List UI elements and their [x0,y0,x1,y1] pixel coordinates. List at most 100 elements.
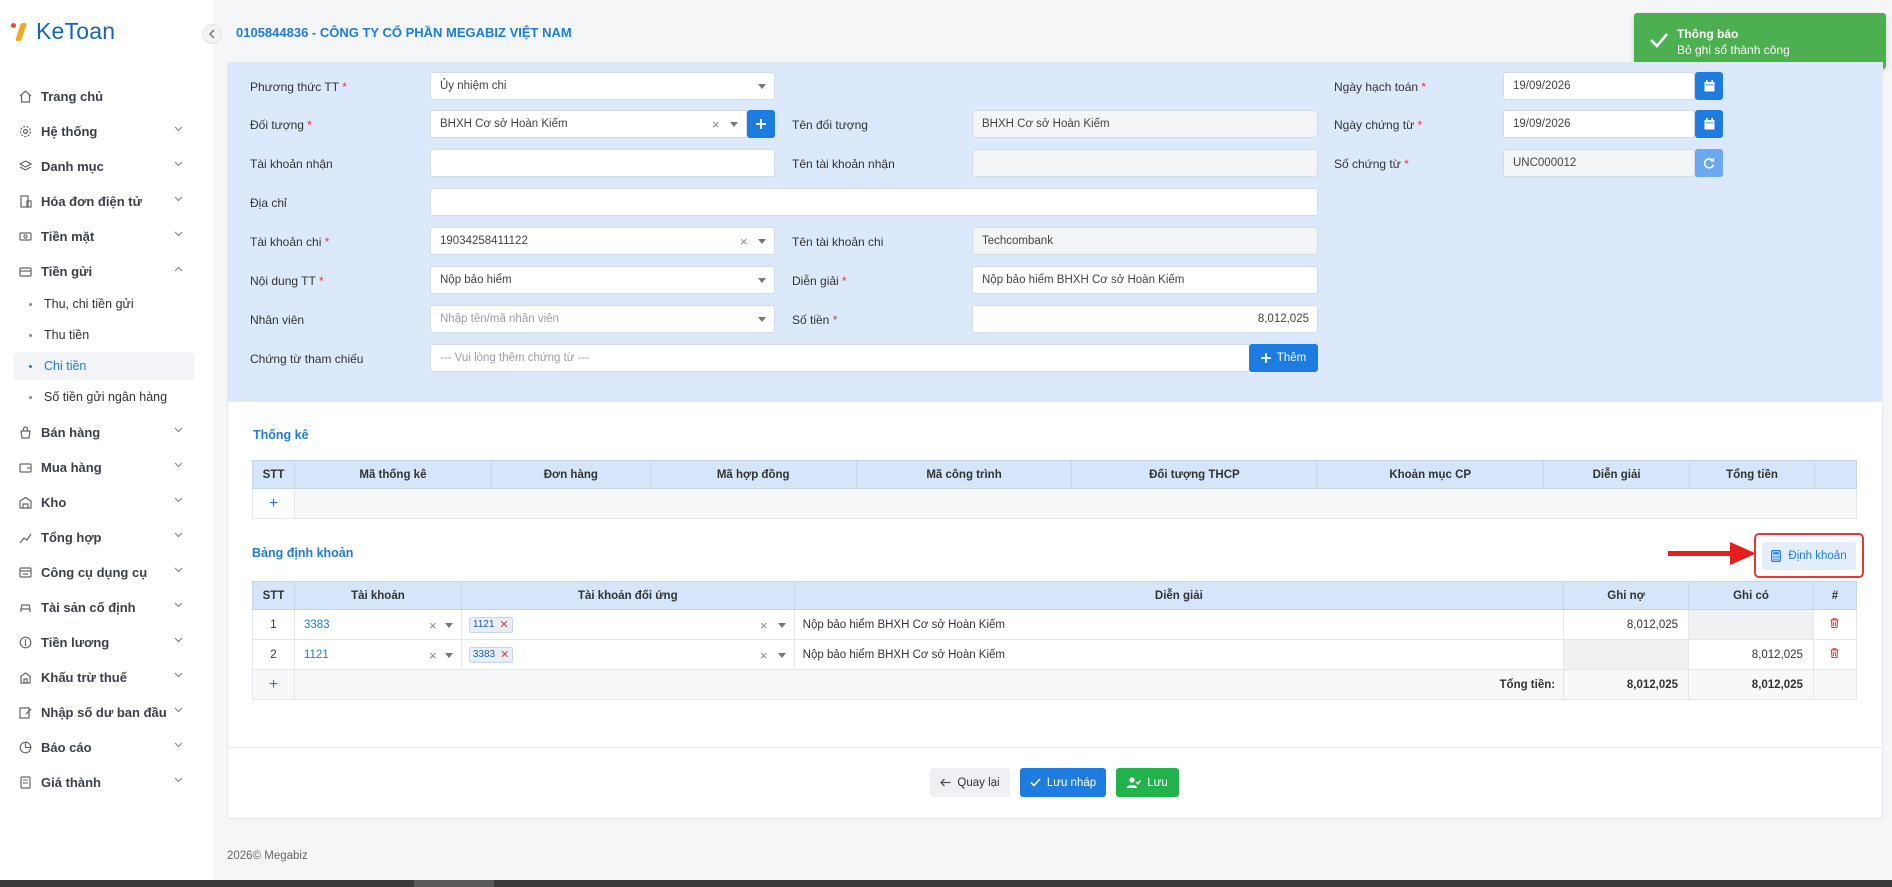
add-doi-tuong-button[interactable] [747,110,775,138]
add-chung-tu-button[interactable]: Thêm [1249,344,1318,372]
check-icon [1650,33,1668,48]
nhan-vien-select[interactable]: Nhập tên/mã nhân viên [430,305,775,333]
sidebar-item-2[interactable]: Danh mục [0,151,213,181]
sidebar-item-6[interactable]: Bán hàng [0,417,213,447]
sidebar-item-5[interactable]: Tiền gửi [0,256,213,286]
sidebar-item-12[interactable]: Tiền lương [0,627,213,657]
tai-khoan-select[interactable]: 1121 × [293,639,462,670]
clear-icon[interactable]: × [429,618,437,633]
dropdown-arrow-icon [758,317,766,322]
col-don-hang: Đơn hàng [490,460,651,489]
ngay-chung-tu-calendar-button[interactable] [1695,110,1723,138]
sidebar-item-label: Hóa đơn điện tử [41,193,142,209]
bullet-icon [29,302,32,306]
tai-khoan-select[interactable]: 3383 × [293,609,462,640]
sidebar-subitem-1[interactable]: Thu tiền [14,321,194,349]
clear-icon[interactable]: × [712,117,720,132]
toast-message: Bỏ ghi sổ thành công [1677,43,1790,57]
sidebar-item-7[interactable]: Mua hàng [0,452,213,482]
sidebar-item-11[interactable]: Tài sản cố định [0,592,213,622]
ngay-chung-tu-input[interactable]: 19/09/2026 [1503,110,1695,138]
tk-chi-select[interactable]: 19034258411122 × [430,227,775,255]
clear-icon[interactable]: × [760,618,768,633]
dien-giai-input[interactable]: Nộp bảo hiểm BHXH Cơ sở Hoàn Kiếm [972,266,1318,294]
chung-tu-input[interactable]: --- Vui lòng thêm chứng từ --- [430,344,1250,372]
dia-chi-input[interactable] [430,188,1318,216]
add-thong-ke-button[interactable]: + [252,488,295,519]
gear-icon [18,124,32,138]
sidebar-item-1[interactable]: Hệ thống [0,116,213,146]
toast-title: Thông báo [1677,27,1739,41]
clear-icon[interactable]: × [740,234,748,249]
dropdown-arrow-icon [758,278,766,283]
label-tk-chi: Tài khoản chi * [250,235,330,249]
sidebar-collapse-button[interactable] [202,24,222,44]
remove-tag-icon[interactable]: ✕ [500,648,509,661]
sidebar-item-8[interactable]: Kho [0,487,213,517]
ngay-hach-toan-input[interactable]: 19/09/2026 [1503,72,1695,100]
sidebar-item-16[interactable]: Giá thành [0,767,213,797]
company-title: 0105844836 - CÔNG TY CỔ PHẦN MEGABIZ VIỆ… [236,25,572,40]
trash-icon [1830,618,1839,629]
check-icon [1030,778,1041,787]
ghi-co-cell[interactable]: 8,012,025 [1688,639,1814,670]
dien-giai-cell[interactable]: Nộp bảo hiểm BHXH Cơ sở Hoàn Kiếm [793,609,1565,640]
total-ghi-no: 8,012,025 [1563,669,1690,700]
chevron-down-icon [172,774,184,786]
sidebar-item-label: Báo cáo [41,739,92,755]
clear-icon[interactable]: × [429,648,437,663]
sidebar-item-4[interactable]: Tiền mặt [0,221,213,251]
sidebar-item-15[interactable]: Báo cáo [0,732,213,762]
taskbar [0,880,1892,887]
label-so-chung-tu: Số chứng từ * [1334,157,1409,171]
clear-icon[interactable]: × [760,648,768,663]
toast-notification[interactable]: Thông báo Bỏ ghi sổ thành công [1634,13,1886,69]
tax-icon [18,670,32,684]
sidebar-item-label: Kho [41,494,67,510]
doi-tuong-select[interactable]: BHXH Cơ sở Hoàn Kiếm × [430,110,747,138]
ghi-no-cell[interactable]: 8,012,025 [1563,609,1690,640]
sidebar-item-0[interactable]: Trang chủ [0,81,213,111]
sidebar-item-13[interactable]: Khấu trừ thuế [0,662,213,692]
sidebar-subitem-2[interactable]: Chi tiền [14,352,194,380]
dropdown-arrow-icon [758,239,766,244]
phuong-thuc-select[interactable]: Ủy nhiệm chi [430,72,775,100]
so-tien-input[interactable]: 8,012,025 [972,305,1318,333]
add-dinh-khoan-button[interactable]: + [252,669,295,700]
delete-row-button[interactable] [1812,609,1858,640]
logo[interactable]: KeToan [10,18,115,45]
refresh-so-chung-tu-button[interactable] [1695,149,1723,177]
dinh-khoan-button[interactable]: Định khoản [1762,542,1856,570]
chevron-down-icon [172,564,184,576]
logo-text: KeToan [36,18,116,44]
back-button[interactable]: Quay lại [930,768,1010,797]
noi-dung-select[interactable]: Nộp bảo hiểm [430,266,775,294]
sidebar-subitem-0[interactable]: Thu, chi tiền gửi [14,290,194,318]
tk-doi-ung-select[interactable]: 3383 ✕ × [460,639,795,670]
sidebar-item-14[interactable]: Nhập số dư ban đầu [0,697,213,727]
tk-nhan-input[interactable] [430,149,775,177]
ngay-hach-toan-calendar-button[interactable] [1695,72,1723,100]
col-doi-tuong-thcp: Đối tượng THCP [1071,460,1318,489]
delete-row-button[interactable] [1812,639,1858,670]
calendar-icon [1704,80,1714,92]
ghi-no-cell [1563,639,1690,670]
account-tag: 3383 ✕ [468,646,514,663]
purchase-icon [18,460,32,474]
sidebar-item-10[interactable]: Công cụ dụng cụ [0,557,213,587]
dien-giai-cell[interactable]: Nộp bảo hiểm BHXH Cơ sở Hoàn Kiếm [793,639,1565,670]
dinh-khoan-title: Bảng định khoản [252,546,354,560]
dropdown-arrow-icon [730,122,738,127]
sidebar-subitem-3[interactable]: Số tiền gửi ngân hàng [14,383,194,411]
sidebar-item-9[interactable]: Tổng hợp [0,522,213,552]
sidebar-item-label: Tiền mặt [41,228,95,244]
thong-ke-header-row: STT Mã thống kê Đơn hàng Mã hợp đồng Mã … [252,460,1858,489]
save-draft-button[interactable]: Lưu nháp [1020,768,1106,797]
dropdown-arrow-icon [444,623,453,628]
sidebar-item-3[interactable]: Hóa đơn điện tử [0,186,213,216]
save-button[interactable]: Lưu [1116,768,1179,797]
tk-doi-ung-select[interactable]: 1121 ✕ × [460,609,795,640]
bullet-icon [29,364,32,368]
remove-tag-icon[interactable]: ✕ [499,618,508,631]
divider [228,747,1882,748]
